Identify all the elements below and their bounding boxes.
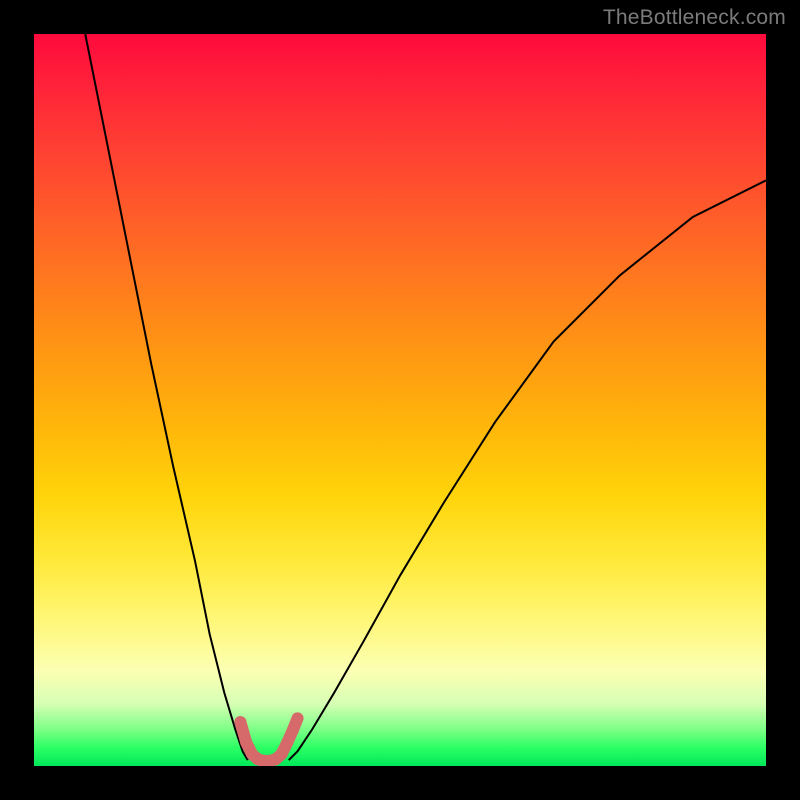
series-left-branch — [85, 34, 248, 760]
series-right-branch — [289, 180, 766, 760]
chart-frame: TheBottleneck.com — [0, 0, 800, 800]
valley-dot — [240, 737, 252, 749]
chart-svg — [34, 34, 766, 766]
valley-dot — [275, 748, 287, 760]
plot-area — [34, 34, 766, 766]
watermark-text: TheBottleneck.com — [603, 6, 786, 30]
valley-dot — [287, 723, 299, 735]
valley-dot — [292, 712, 304, 724]
series-group — [85, 34, 766, 766]
valley-dot — [234, 716, 246, 728]
valley-dot — [281, 737, 293, 749]
